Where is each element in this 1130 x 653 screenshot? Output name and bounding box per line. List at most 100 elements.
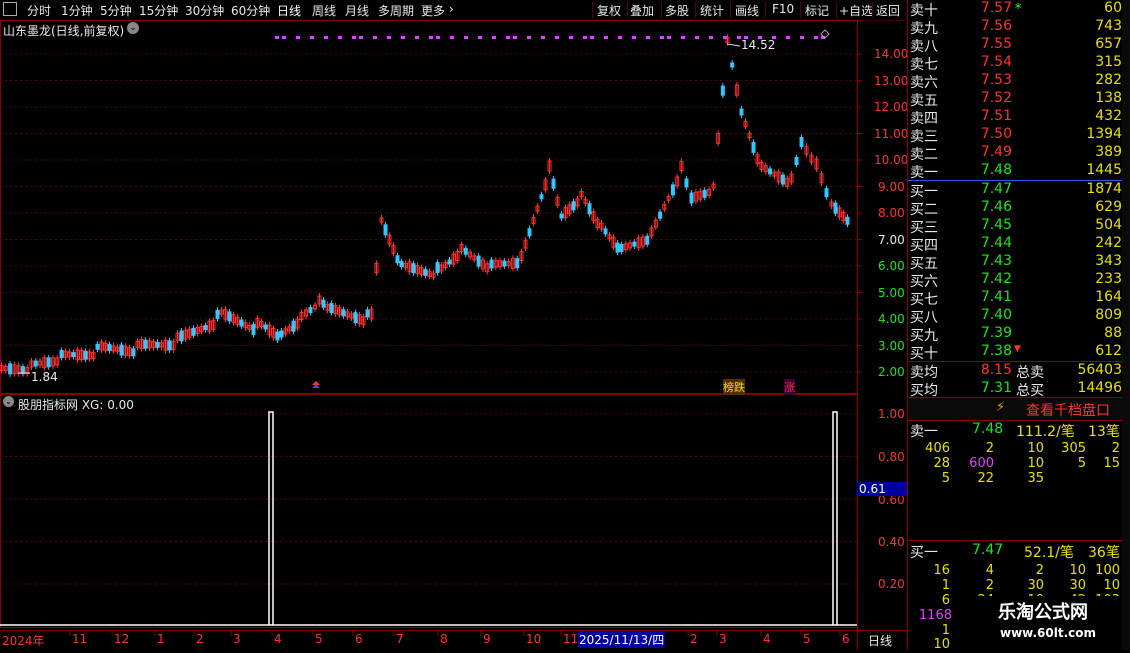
- tab-more[interactable]: 更多: [421, 2, 445, 19]
- watermark: 乐淘公式网 www.60lt.com: [978, 596, 1128, 646]
- draw-line-button[interactable]: 画线: [735, 2, 759, 19]
- candle-body: [603, 228, 608, 235]
- signal-dot: [709, 36, 713, 39]
- tab-daily[interactable]: 日线: [277, 2, 301, 19]
- fuquan-button[interactable]: 复权: [597, 2, 621, 19]
- signal-dot: [492, 36, 496, 39]
- candle-body: [645, 235, 650, 245]
- candle-body: [559, 213, 564, 219]
- signal-dot: [695, 36, 699, 39]
- y-tick: 12.00: [874, 100, 909, 114]
- bid-avg-row: 买均 7.31 总买 14496: [910, 380, 1122, 399]
- sell-queue-row: 5 22 35: [941, 471, 1044, 486]
- stats-button[interactable]: 统计: [700, 2, 724, 19]
- signal-dot: [646, 36, 650, 39]
- quote-panel: 卖十 7.57 ∗ 60 卖九 7.56 743 卖八 7.55 657 卖七 7.54 315 …: [907, 0, 1130, 652]
- y-tick: 0.40: [878, 535, 905, 549]
- bid-row: 买十 7.38 ▼ 612: [910, 343, 1122, 362]
- period-label: 日线: [868, 634, 893, 648]
- side-strip[interactable]: [1122, 0, 1130, 650]
- main-panel-frame: [0, 20, 858, 394]
- signal-dot: [415, 36, 419, 39]
- high-pointer: [726, 43, 741, 47]
- candle-body: [329, 303, 334, 313]
- tab-5min[interactable]: 5分钟: [100, 2, 132, 19]
- tab-60min[interactable]: 60分钟: [231, 2, 270, 19]
- signal-dot: [590, 36, 594, 39]
- x-tick: 2: [196, 632, 204, 646]
- signal-dot: [338, 36, 342, 39]
- f10-button[interactable]: F10: [772, 2, 794, 16]
- tab-weekly[interactable]: 周线: [312, 2, 336, 19]
- current-value-badge: 0.61: [857, 482, 907, 496]
- bid-row: 买二 7.46 629: [910, 199, 1122, 218]
- back-button[interactable]: 返回: [876, 2, 900, 19]
- candle-body: [46, 357, 51, 368]
- candle-body: [730, 62, 735, 68]
- candle-body: [383, 224, 388, 236]
- candle-body: [353, 312, 358, 324]
- tab-30min[interactable]: 30分钟: [185, 2, 224, 19]
- add-watchlist-button[interactable]: +自选: [839, 2, 873, 19]
- candle-body: [833, 202, 838, 214]
- x-tick: 3: [719, 632, 727, 646]
- y-tick: 5.00: [878, 286, 905, 300]
- ask-row: 卖一 7.48 1445: [910, 162, 1122, 181]
- ask-row: 卖九 7.56 743: [910, 18, 1122, 37]
- depth-button[interactable]: ⚡ 查看千档盘口: [908, 397, 1130, 421]
- candle-body: [395, 255, 400, 264]
- y-tick: 6.00: [878, 259, 905, 273]
- candle-body: [215, 309, 220, 319]
- bid-row: 买九 7.39 88: [910, 325, 1122, 344]
- chevron-down-icon[interactable]: ⌄: [3, 396, 14, 407]
- x-tick: 11: [72, 632, 88, 646]
- multi-stock-button[interactable]: 多股: [665, 2, 689, 19]
- mark-button[interactable]: 标记: [805, 2, 829, 19]
- candle-body: [702, 189, 707, 198]
- candle-body: [587, 203, 592, 215]
- candle-body: [720, 85, 725, 96]
- indicator-title: 股朋指标网 XG: 0.00: [18, 398, 134, 412]
- y-tick: 0.20: [878, 577, 905, 591]
- candle-body: [131, 348, 136, 357]
- overlay-button[interactable]: 叠加: [630, 2, 654, 19]
- rise-marker[interactable]: 涨: [784, 379, 795, 395]
- signal-spike: [832, 411, 838, 625]
- candle-body: [251, 324, 256, 336]
- y-tick: 7.00: [878, 233, 905, 247]
- rank-drop-marker[interactable]: 榜跌: [723, 379, 745, 395]
- chevron-down-icon[interactable]: ⌄: [127, 22, 139, 34]
- ask-row: 卖十 7.57 ∗ 60: [910, 0, 1122, 19]
- chart-title: 山东墨龙(日线,前复权): [3, 24, 125, 38]
- candle-body: [291, 320, 296, 332]
- tab-fenshi[interactable]: 分时: [27, 2, 51, 19]
- signal-dot: [814, 36, 818, 39]
- candle-body: [107, 344, 112, 352]
- signal-dot: [527, 36, 531, 39]
- signal-dot: [387, 36, 391, 39]
- candle-body: [59, 350, 64, 358]
- candle-body: [275, 331, 280, 341]
- candle-body: [423, 268, 428, 276]
- tab-monthly[interactable]: 月线: [345, 2, 369, 19]
- chevron-right-icon[interactable]: ›: [449, 2, 454, 16]
- x-cursor-date: 2025/11/13/四: [578, 631, 666, 648]
- y-tick: 1.00: [878, 407, 905, 421]
- tab-15min[interactable]: 15分钟: [139, 2, 178, 19]
- candle-body: [824, 188, 829, 198]
- kline-chart[interactable]: [0, 20, 906, 650]
- tab-multi-period[interactable]: 多周期: [378, 2, 414, 19]
- square-icon[interactable]: [3, 2, 17, 16]
- signal-dot: [352, 36, 356, 39]
- y-tick: 8.00: [878, 206, 905, 220]
- signal-dot: [632, 36, 636, 39]
- x-tick: 6: [355, 632, 363, 646]
- candle-body: [191, 327, 196, 336]
- depth-buy1-row: 买一 7.47 52.1/笔 36笔: [910, 542, 1120, 561]
- candle-body: [794, 157, 799, 165]
- tab-1min[interactable]: 1分钟: [61, 2, 93, 19]
- y-tick: 9.00: [878, 180, 905, 194]
- candle-body: [463, 247, 468, 255]
- signal-dot: [506, 36, 510, 39]
- candle-body: [239, 319, 244, 327]
